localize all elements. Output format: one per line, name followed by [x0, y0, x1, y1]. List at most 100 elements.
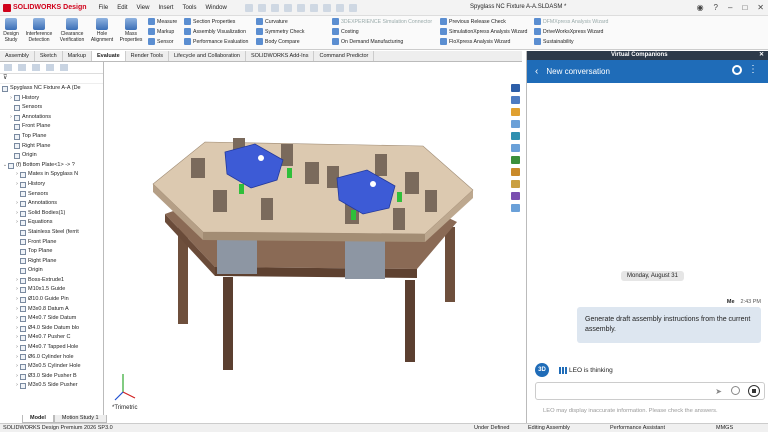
assembly-visualization-button[interactable]: Assembly Visualization	[184, 28, 246, 35]
toolbox-icon[interactable]	[511, 156, 520, 164]
tab-sketch[interactable]: Sketch	[35, 51, 63, 61]
performance-assistant[interactable]: Performance Assistant	[610, 425, 665, 431]
tree-item[interactable]: › History	[0, 94, 103, 104]
tree-item[interactable]: Top Plane	[0, 132, 103, 142]
tree-item[interactable]: › M3x0.8 Datum A	[0, 305, 103, 315]
tree-item[interactable]: Origin	[0, 151, 103, 161]
close-icon[interactable]: ✕	[757, 3, 764, 12]
view-palette-icon[interactable]	[511, 120, 520, 128]
tree-item[interactable]: Front Plane	[0, 238, 103, 248]
menu-edit[interactable]: Edit	[117, 5, 127, 11]
new-icon[interactable]	[257, 3, 266, 12]
undo-icon[interactable]	[309, 3, 318, 12]
menu-tools[interactable]: Tools	[182, 5, 196, 11]
tab-command-predictor[interactable]: Command Predictor	[314, 51, 375, 61]
options-icon[interactable]	[348, 3, 357, 12]
tree-item[interactable]: › M3x0.5 Cylinder Hole	[0, 362, 103, 372]
property-manager-icon[interactable]	[18, 64, 26, 71]
open-icon[interactable]	[270, 3, 279, 12]
custom-properties-icon[interactable]	[511, 144, 520, 152]
tree-item[interactable]: Top Plane	[0, 247, 103, 257]
tree-item[interactable]: Right Plane	[0, 257, 103, 267]
graphics-viewport[interactable]	[105, 62, 507, 415]
solidworks-3d-icon[interactable]	[511, 180, 520, 188]
tab-assembly[interactable]: Assembly	[0, 51, 35, 61]
tree-item[interactable]: Right Plane	[0, 142, 103, 152]
tree-item[interactable]: › Ø10.0 Guide Pin	[0, 295, 103, 305]
tree-root[interactable]: Spyglass NC Fixture A-A (De	[0, 84, 103, 94]
tree-item[interactable]: › Equations	[0, 218, 103, 228]
tree-item[interactable]: Sensors	[0, 103, 103, 113]
driveworksxpress-button[interactable]: DriveWorksXpress Wizard	[534, 28, 603, 35]
tree-item[interactable]: › Ø4.0 Side Datum blo	[0, 324, 103, 334]
tree-item[interactable]: › Annotations	[0, 113, 103, 123]
costing-button[interactable]: Costing	[332, 28, 359, 35]
feature-tree-icon[interactable]	[4, 64, 12, 71]
help-icon[interactable]: ?	[714, 3, 718, 12]
back-icon[interactable]: ‹	[535, 66, 538, 77]
design-study-button[interactable]: Design Study	[2, 18, 20, 43]
unit-system[interactable]: MMGS	[716, 425, 733, 431]
print-icon[interactable]	[296, 3, 305, 12]
select-icon[interactable]	[322, 3, 331, 12]
tree-item[interactable]: › M4x0.7 Pusher C	[0, 333, 103, 343]
maximize-icon[interactable]: □	[742, 3, 747, 12]
performance-evaluation-button[interactable]: Performance Evaluation	[184, 38, 248, 45]
minimize-icon[interactable]: –	[728, 3, 732, 12]
save-icon[interactable]	[283, 3, 292, 12]
tab-markup[interactable]: Markup	[63, 51, 93, 61]
appearances-icon[interactable]	[511, 132, 520, 140]
simulationxpress-button[interactable]: SimulationXpress Analysis Wizard	[440, 28, 527, 35]
tree-item[interactable]: › Mates in Spyglass N	[0, 170, 103, 180]
tree-item[interactable]: Front Plane	[0, 122, 103, 132]
tree-item[interactable]: Stainless Steel (ferrit	[0, 228, 103, 238]
sustainability-button[interactable]: Sustainability	[534, 38, 574, 45]
dfmxpress-button[interactable]: DFMXpress Analysis Wizard	[534, 18, 608, 25]
tree-item[interactable]: › Annotations	[0, 199, 103, 209]
tab-render-tools[interactable]: Render Tools	[126, 51, 169, 61]
tree-item[interactable]: › M10x1.5 Guide	[0, 285, 103, 295]
tab-lifecycle[interactable]: Lifecycle and Collaboration	[169, 51, 246, 61]
search-icon[interactable]	[732, 65, 742, 75]
configuration-manager-icon[interactable]	[32, 64, 40, 71]
interference-detection-button[interactable]: Interference Detection	[22, 18, 56, 43]
user-icon[interactable]: ◉	[697, 3, 704, 12]
sensor-button[interactable]: Sensor	[148, 38, 173, 45]
body-compare-button[interactable]: Body Compare	[256, 38, 300, 45]
curvature-button[interactable]: Curvature	[256, 18, 288, 25]
clearance-verification-button[interactable]: Clearance Verification	[58, 18, 86, 43]
tab-motion-study[interactable]: Motion Study 1	[53, 415, 107, 423]
properties-icon[interactable]	[511, 204, 520, 212]
more-options-icon[interactable]: ⋮	[748, 64, 758, 75]
measure-button[interactable]: Measure	[148, 18, 177, 25]
section-properties-button[interactable]: Section Properties	[184, 18, 235, 25]
simulation-connector-button[interactable]: 3DEXPERIENCE Simulation Connector	[332, 18, 432, 25]
floxpress-button[interactable]: FloXpress Analysis Wizard	[440, 38, 510, 45]
hole-alignment-button[interactable]: Hole Alignment	[88, 18, 116, 43]
tree-item[interactable]: › Boss-Extrude1	[0, 276, 103, 286]
rebuild-icon[interactable]	[335, 3, 344, 12]
panel-close-icon[interactable]: ✕	[759, 51, 764, 60]
tab-evaluate[interactable]: Evaluate	[92, 51, 126, 61]
dimxpert-icon[interactable]	[46, 64, 54, 71]
tree-item[interactable]: Origin	[0, 266, 103, 276]
display-manager-icon[interactable]	[60, 64, 68, 71]
menu-file[interactable]: File	[99, 5, 109, 11]
home-icon[interactable]	[244, 3, 253, 12]
filter-icon[interactable]: ⊽	[0, 74, 103, 84]
mass-properties-button[interactable]: Mass Properties	[118, 18, 144, 43]
forum-icon[interactable]	[511, 168, 520, 176]
on-demand-manufacturing-button[interactable]: On Demand Manufacturing	[332, 38, 403, 45]
tree-item[interactable]: › M4x0.7 Tapped Hole	[0, 343, 103, 353]
send-icon[interactable]: ➤	[715, 387, 722, 396]
app-logo[interactable]: SOLIDWORKS Design	[3, 3, 87, 12]
companion-icon[interactable]	[511, 192, 520, 200]
tree-item[interactable]: › M3x0.5 Side Pusher	[0, 381, 103, 391]
menu-insert[interactable]: Insert	[158, 5, 173, 11]
menu-window[interactable]: Window	[205, 5, 226, 11]
previous-release-check-button[interactable]: Previous Release Check	[440, 18, 506, 25]
tab-model[interactable]: Model	[22, 415, 54, 423]
tree-item[interactable]: › Ø6.0 Cylinder hole	[0, 353, 103, 363]
design-library-icon[interactable]	[511, 96, 520, 104]
message-input[interactable]: ➤	[535, 382, 765, 400]
